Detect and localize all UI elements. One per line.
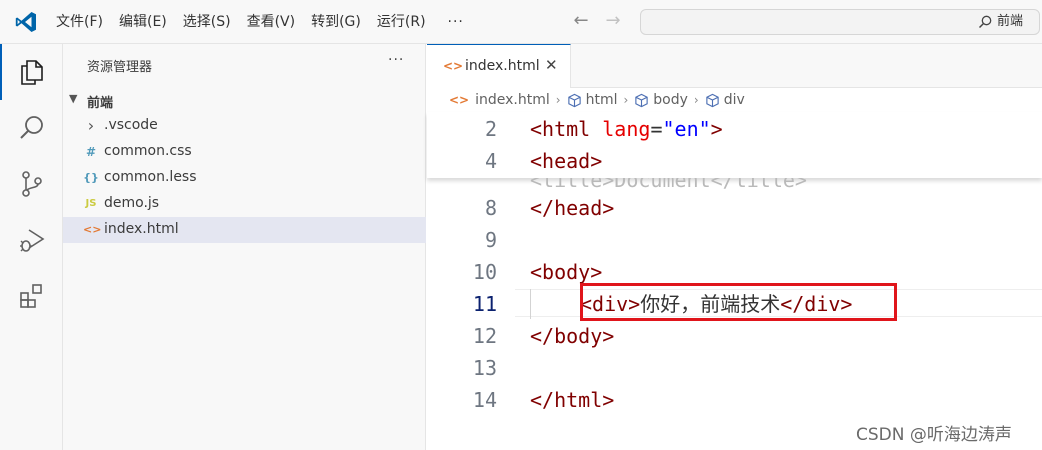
active-indicator	[0, 44, 2, 100]
activity-extensions[interactable]	[0, 268, 63, 324]
menu-run[interactable]: 运行(R)	[369, 8, 434, 36]
menu-file[interactable]: 文件(F)	[48, 8, 111, 36]
html-file-icon: <>	[443, 59, 464, 73]
html-file-icon: <>	[83, 223, 102, 236]
equals-sign: =	[650, 117, 663, 141]
code-line: 12 </body>	[427, 320, 1042, 352]
command-center-search[interactable]: 前端	[640, 9, 1040, 35]
sticky-line[interactable]: 4 <head>	[427, 145, 1042, 173]
code-text: </body>	[530, 324, 615, 348]
menu-view[interactable]: 查看(V)	[239, 8, 304, 36]
tree-item-index-html[interactable]: <> index.html	[63, 217, 426, 243]
back-arrow-icon[interactable]: ←	[570, 10, 592, 32]
menu-edit[interactable]: 编辑(E)	[111, 8, 175, 36]
tab-label: index.html	[465, 58, 540, 74]
file-name: .vscode	[104, 117, 158, 133]
extensions-icon	[20, 284, 42, 308]
activity-run-debug[interactable]	[0, 212, 63, 268]
file-name: demo.js	[104, 195, 160, 211]
nav-arrows: ← →	[570, 10, 624, 32]
element-cube-icon	[567, 93, 581, 107]
explorer-icon	[21, 60, 43, 85]
folder-name: 前端	[87, 96, 114, 111]
js-file-icon: JS	[85, 198, 97, 209]
code-line: 13	[427, 352, 1042, 384]
close-icon[interactable]: ✕	[545, 56, 558, 74]
line-number: 13	[472, 356, 497, 380]
line-number: 11	[472, 292, 497, 316]
less-file-icon: {}	[83, 171, 99, 184]
chevron-right-icon: ›	[693, 93, 699, 107]
file-name: common.less	[104, 169, 197, 185]
breadcrumb-div[interactable]: div	[724, 92, 745, 108]
tree-item-common-less[interactable]: {} common.less	[63, 165, 426, 191]
code-text: <html lang="en">	[530, 113, 723, 145]
obscured-code-text: <title>Document</title>	[530, 178, 807, 192]
command-center-label: 前端	[997, 14, 1024, 29]
tree-item-vscode[interactable]: › .vscode	[63, 113, 426, 139]
code-text: <head>	[530, 149, 603, 173]
activity-explorer[interactable]	[0, 44, 63, 100]
tab-index-html[interactable]: <> index.html ✕	[427, 44, 571, 88]
html-file-icon: <>	[449, 93, 470, 107]
chevron-right-icon: ›	[555, 93, 561, 107]
breadcrumb-file[interactable]: index.html	[475, 92, 550, 108]
code-line: 14 </html>	[427, 384, 1042, 416]
file-name: index.html	[104, 221, 179, 237]
line-number: 4	[484, 149, 497, 173]
element-cube-icon	[635, 93, 648, 107]
line-number: 12	[472, 324, 497, 348]
search-icon	[978, 15, 992, 29]
line-number: 14	[472, 388, 497, 412]
source-control-icon	[22, 171, 42, 197]
title-bar: 文件(F) 编辑(E) 选择(S) 查看(V) 转到(G) 运行(R) ··· …	[0, 0, 1042, 44]
menu-go[interactable]: 转到(G)	[303, 8, 369, 36]
line-number: 10	[472, 260, 497, 284]
more-actions-icon[interactable]: ···	[388, 52, 404, 68]
chevron-right-icon: ›	[87, 116, 95, 135]
tag-end: >	[710, 117, 723, 141]
activity-bar	[0, 44, 63, 450]
annotation-highlight-box	[580, 283, 897, 321]
chevron-right-icon: ›	[623, 93, 629, 107]
menu-selection[interactable]: 选择(S)	[175, 8, 239, 36]
html-tag: <html	[530, 117, 591, 141]
sticky-line[interactable]: 2 <html lang="en">	[427, 113, 1042, 145]
menu-more-icon[interactable]: ···	[440, 14, 472, 30]
menu-bar: 文件(F) 编辑(E) 选择(S) 查看(V) 转到(G) 运行(R) ···	[48, 0, 472, 44]
css-file-icon: #	[85, 145, 97, 159]
lang-value: "en"	[662, 117, 711, 141]
forward-arrow-icon[interactable]: →	[602, 10, 624, 32]
element-cube-icon	[706, 93, 719, 107]
activity-search[interactable]	[0, 100, 63, 156]
explorer-sidebar: 资源管理器 ··· ▼ 前端 › .vscode # common.css {}…	[63, 44, 426, 450]
folder-root[interactable]: ▼ 前端	[63, 88, 426, 112]
tree-item-common-css[interactable]: # common.css	[63, 139, 426, 165]
lang-attr: lang	[590, 117, 651, 141]
watermark: CSDN @听海边涛声	[856, 425, 1012, 445]
file-name: common.css	[104, 143, 192, 159]
breadcrumb-html[interactable]: html	[586, 92, 618, 108]
code-editor[interactable]: 8 </head> 9 10 <body> 11 <div>你好，前端技术</d…	[427, 112, 1042, 450]
activity-source-control[interactable]	[0, 156, 63, 212]
tree-item-demo-js[interactable]: JS demo.js	[63, 191, 426, 217]
sticky-scroll-header: 2 <html lang="en"> 4 <head>	[427, 112, 1042, 178]
code-text: </html>	[530, 388, 615, 412]
chevron-down-icon: ▼	[69, 92, 78, 105]
explorer-title: 资源管理器	[87, 60, 153, 75]
vscode-logo-icon[interactable]	[14, 10, 38, 34]
breadcrumb-body[interactable]: body	[653, 92, 688, 108]
obscured-code-line: <title>Document</title>	[530, 178, 807, 198]
breadcrumb: <> index.html › html › body › div	[427, 88, 1042, 112]
search-icon	[20, 116, 43, 139]
line-number: 8	[484, 196, 497, 220]
line-number: 9	[484, 228, 497, 252]
code-line: 9	[427, 224, 1042, 256]
editor-tab-bar: <> index.html ✕	[427, 44, 1042, 88]
run-debug-icon	[20, 229, 45, 252]
line-number: 2	[484, 117, 497, 141]
